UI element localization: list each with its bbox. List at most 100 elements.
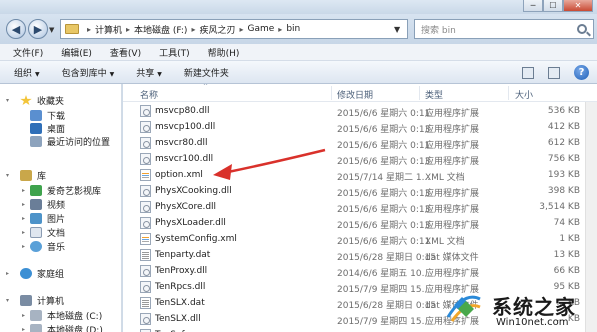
file-row[interactable]: option.xml 2015/7/14 星期二 1... XML 文档 193 KB [123, 167, 597, 183]
file-name: msvcp80.dll [155, 106, 210, 116]
file-date: 2015/7/9 星期四 15... [337, 285, 431, 295]
column-type[interactable]: 类型 [425, 88, 443, 101]
nav-iqiyi-label: 爱奇艺影视库 [47, 187, 102, 197]
file-date: 2015/6/6 星期六 0:13 [337, 157, 431, 167]
breadcrumb-bin[interactable]: bin [286, 24, 300, 34]
file-name: msvcr100.dll [155, 154, 214, 164]
collapse-icon[interactable]: ▾ [6, 297, 9, 304]
nav-pictures-label: 图片 [47, 215, 66, 225]
breadcrumb-separator[interactable]: ▸ [87, 25, 91, 34]
nav-pictures[interactable]: 图片 [30, 212, 65, 225]
menu-help[interactable]: 帮助(H) [199, 46, 249, 59]
expand-icon[interactable]: ▸ [22, 215, 25, 222]
share-button[interactable]: 共享 ▼ [136, 66, 162, 79]
nav-drive-c[interactable]: 本地磁盘 (C:) [30, 309, 102, 322]
nav-computer[interactable]: 计算机 [20, 294, 64, 307]
expand-icon[interactable]: ▸ [22, 201, 25, 208]
file-row[interactable]: msvcr100.dll 2015/6/6 星期六 0:13 应用程序扩展 756 K… [123, 151, 597, 167]
expand-icon[interactable]: ▸ [22, 243, 25, 250]
expand-icon[interactable]: ▸ [6, 270, 9, 277]
expand-icon[interactable]: ▸ [22, 229, 25, 236]
nav-desktop[interactable]: 桌面 [30, 122, 65, 135]
dat-file-icon [140, 297, 151, 309]
column-date[interactable]: 修改日期 [337, 88, 373, 101]
nav-downloads-label: 下载 [47, 112, 66, 122]
file-row[interactable]: SystemConfig.xml 2015/6/6 星期六 0:11 XML 文档 1… [123, 231, 597, 247]
new-folder-button[interactable]: 新建文件夹 [184, 66, 229, 79]
file-date: 2015/6/28 星期日 0:15 [337, 253, 437, 263]
nav-computer-label: 计算机 [37, 297, 65, 307]
expand-icon[interactable]: ▸ [22, 187, 25, 194]
nav-music-label: 音乐 [47, 243, 66, 253]
file-row[interactable]: PhysXCore.dll 2015/6/6 星期六 0:13 应用程序扩展 3,51… [123, 199, 597, 215]
organize-label: 组织 [14, 68, 33, 79]
file-row[interactable]: msvcp80.dll 2015/6/6 星期六 0:11 应用程序扩展 536 KB [123, 103, 597, 119]
share-label: 共享 [136, 68, 155, 79]
file-name: TenRpcs.dll [155, 282, 206, 292]
include-in-library-button[interactable]: 包含到库中 ▼ [62, 66, 115, 79]
nav-documents[interactable]: 文档 [30, 226, 65, 239]
nav-iqiyi-library[interactable]: 爱奇艺影视库 [30, 184, 101, 197]
breadcrumb-separator[interactable]: ▸ [239, 25, 243, 34]
column-name[interactable]: 名称 [140, 88, 158, 101]
search-input[interactable]: 搜索 bin [414, 19, 594, 39]
organize-button[interactable]: 组织 ▼ [14, 66, 40, 79]
nav-libraries[interactable]: 库 [20, 169, 46, 182]
file-row[interactable]: PhysXCooking.dll 2015/6/6 星期六 0:13 应用程序扩展 3… [123, 183, 597, 199]
file-row[interactable]: TenProxy.dll 2014/6/6 星期五 10... 应用程序扩展 66 K… [123, 263, 597, 279]
file-row[interactable]: Tenparty.dat 2015/6/28 星期日 0:15 dat 媒体文件 13… [123, 247, 597, 263]
drive-icon [30, 324, 42, 332]
breadcrumb-separator[interactable]: ▸ [278, 25, 282, 34]
search-icon[interactable] [577, 24, 587, 34]
forward-button[interactable]: ▶ [28, 19, 48, 39]
nav-downloads[interactable]: 下载 [30, 109, 65, 122]
file-row[interactable]: msvcp100.dll 2015/6/6 星期六 0:13 应用程序扩展 412 K… [123, 119, 597, 135]
breadcrumb-separator[interactable]: ▸ [191, 25, 195, 34]
column-divider[interactable] [331, 86, 332, 100]
breadcrumb-computer[interactable]: 计算机 [95, 23, 122, 36]
file-name: PhysXLoader.dll [155, 218, 226, 228]
nav-homegroup[interactable]: 家庭组 [20, 267, 64, 280]
video-icon [30, 199, 42, 210]
back-button[interactable]: ◀ [6, 19, 26, 39]
file-type: XML 文档 [425, 237, 465, 247]
breadcrumb-game-folder[interactable]: 疾风之刃 [199, 23, 235, 36]
minimize-button[interactable]: ─ [523, 0, 543, 12]
collapse-icon[interactable]: ▾ [6, 97, 9, 104]
help-icon[interactable]: ? [574, 65, 589, 80]
breadcrumb-drive-f[interactable]: 本地磁盘 (F:) [134, 23, 187, 36]
nav-favorites[interactable]: 收藏夹 [20, 94, 64, 107]
address-row: ◀ ▶ ▼ ▸ 计算机 ▸ 本地磁盘 (F:) ▸ 疾风之刃 ▸ Game ▸ … [0, 14, 597, 44]
expand-icon[interactable]: ▸ [22, 326, 25, 332]
file-name: TenProxy.dll [155, 266, 208, 276]
close-button[interactable]: ✕ [563, 0, 593, 12]
view-options-icon[interactable] [522, 66, 534, 79]
address-bar[interactable]: ▸ 计算机 ▸ 本地磁盘 (F:) ▸ 疾风之刃 ▸ Game ▸ bin [60, 19, 408, 39]
drive-icon [30, 310, 42, 321]
recent-places-icon [30, 136, 42, 147]
dll-file-icon [140, 201, 151, 213]
menu-edit[interactable]: 编辑(E) [52, 46, 101, 59]
address-dropdown-icon[interactable]: ▼ [394, 25, 400, 34]
column-divider[interactable] [419, 86, 420, 100]
file-row[interactable]: msvcr80.dll 2015/6/6 星期六 0:11 应用程序扩展 612 KB [123, 135, 597, 151]
collapse-icon[interactable]: ▾ [6, 172, 9, 179]
menu-view[interactable]: 查看(V) [101, 46, 150, 59]
expand-icon[interactable]: ▸ [22, 312, 25, 319]
recent-pages-dropdown[interactable]: ▼ [49, 26, 54, 34]
menu-tools[interactable]: 工具(T) [150, 46, 199, 59]
breadcrumb-separator[interactable]: ▸ [126, 25, 130, 34]
file-row[interactable]: PhysXLoader.dll 2015/6/6 星期六 0:13 应用程序扩展 74… [123, 215, 597, 231]
menu-file[interactable]: 文件(F) [4, 46, 52, 59]
maximize-button[interactable]: ☐ [543, 0, 563, 12]
nav-music[interactable]: 音乐 [30, 240, 65, 253]
nav-videos[interactable]: 视频 [30, 198, 65, 211]
file-date: 2015/7/14 星期二 1... [337, 173, 431, 183]
breadcrumb-game[interactable]: Game [248, 24, 275, 34]
file-date: 2015/7/9 星期四 15... [337, 317, 431, 327]
column-size[interactable]: 大小 [515, 88, 533, 101]
column-divider[interactable] [508, 86, 509, 100]
nav-recent-places[interactable]: 最近访问的位置 [30, 135, 110, 148]
nav-drive-d[interactable]: 本地磁盘 (D:) [30, 323, 103, 332]
preview-pane-icon[interactable] [548, 66, 560, 79]
